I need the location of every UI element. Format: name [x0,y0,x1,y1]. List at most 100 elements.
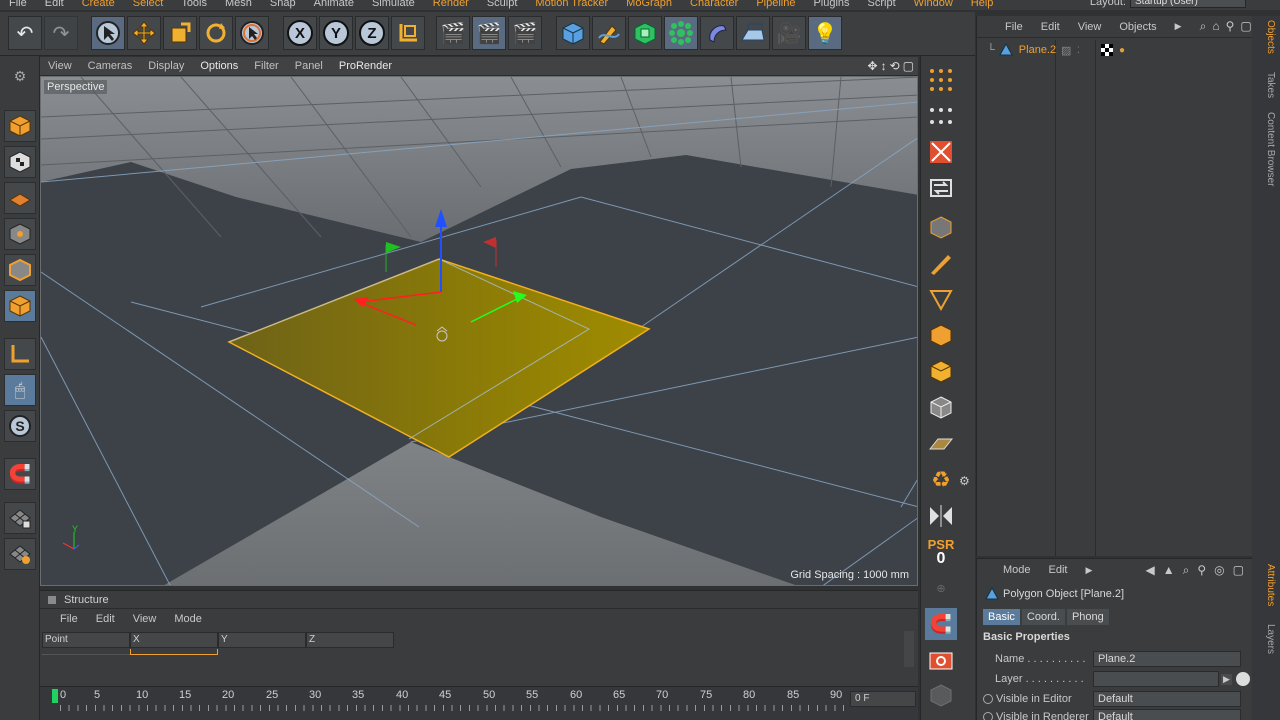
objects-menu-view[interactable]: View [1078,21,1102,33]
deformer-button[interactable] [700,16,734,50]
floor-scene-button[interactable] [736,16,770,50]
tweak-mode-button[interactable]: 🖱 [4,374,36,406]
coordinate-system-button[interactable] [391,16,425,50]
polygons-mode-button[interactable] [4,290,36,322]
structure-scrollbar[interactable] [904,631,914,667]
menu-character[interactable]: Character [681,0,747,9]
points-grid-button[interactable] [925,64,957,96]
make-editable-button[interactable] [4,110,36,142]
objects-menu-file[interactable]: File [1005,21,1023,33]
animate-radio-icon[interactable] [983,694,993,704]
orbit-icon[interactable]: ⟲ [890,59,900,73]
layer-arrow-icon[interactable]: ▶ [1221,673,1232,685]
camera-button[interactable]: 🎥 [772,16,806,50]
menu-select[interactable]: Select [124,0,173,9]
animate-radio-icon[interactable] [983,712,993,720]
points-mode-button[interactable] [4,218,36,250]
menu-render[interactable]: Render [424,0,478,9]
column-divider[interactable] [1055,40,1056,556]
menu-mograph[interactable]: MoGraph [617,0,681,9]
viewport-menu-panel[interactable]: Panel [287,60,331,72]
render-picture-viewer-button[interactable]: 🎬 [472,16,506,50]
visible-renderer-select[interactable]: Default [1093,709,1241,720]
menu-mesh[interactable]: Mesh [216,0,261,9]
lock-icon[interactable]: ⚲ [1197,563,1206,578]
snap-button[interactable]: 🧲 [4,458,36,490]
viewport-menu-cameras[interactable]: Cameras [80,60,141,72]
cube-primitive-button[interactable] [556,16,590,50]
name-field[interactable]: Plane.2 [1093,651,1241,667]
layout-select[interactable]: Startup (User) [1130,0,1246,8]
texture-mode-button[interactable] [4,146,36,178]
viewport-menu-display[interactable]: Display [140,60,192,72]
checker-tag-icon[interactable] [1101,44,1113,56]
menu-edit[interactable]: Edit [36,0,73,9]
psr-button[interactable]: PSR 0 [925,536,957,568]
edge-select-button[interactable] [925,136,957,168]
tab-basic[interactable]: Basic [983,609,1020,625]
menu-tools[interactable]: Tools [172,0,216,9]
edges-mode-button[interactable] [4,254,36,286]
viewport-3d[interactable]: Perspective Y Grid Spacing : 1000 mm [40,76,918,586]
viewport-menu-options[interactable]: Options [192,60,246,72]
objects-menu-edit[interactable]: Edit [1041,21,1060,33]
x-axis-lock-button[interactable]: X [283,16,317,50]
tab-objects[interactable]: Objects [1254,20,1276,54]
structure-menu-edit[interactable]: Edit [96,613,115,625]
search-icon[interactable]: ⌕ [1183,563,1190,578]
tab-attributes[interactable]: Attributes [1254,564,1276,606]
layer-pick-icon[interactable] [1235,672,1250,686]
up-arrow-icon[interactable]: ▲ [1163,563,1175,578]
object-row[interactable]: └ Plane.2 ▨ ⁚ ● [977,40,1253,60]
menu-script[interactable]: Script [859,0,905,9]
rotate-tool-button[interactable] [199,16,233,50]
visibility-dots-icon[interactable]: ⁚ [1077,45,1080,56]
tab-layers[interactable]: Layers [1254,624,1276,654]
solo-mode-button[interactable]: S [4,410,36,442]
undo-button[interactable]: ↶ [8,16,42,50]
structure-menu-mode[interactable]: Mode [174,613,202,625]
panel-handle-icon[interactable] [48,595,56,604]
recycle-button[interactable]: ♻ [925,464,957,496]
menu-motion-tracker[interactable]: Motion Tracker [526,0,617,9]
extrude-inner-button[interactable] [925,356,957,388]
pen-spline-button[interactable] [592,16,626,50]
current-frame-field[interactable]: 0 F [850,691,916,707]
structure-menu-view[interactable]: View [133,613,157,625]
select-tool-button[interactable] [91,16,125,50]
back-arrow-icon[interactable]: ◀ [1146,563,1155,578]
chevron-right-icon[interactable]: ▶ [1175,21,1182,32]
menu-pipeline[interactable]: Pipeline [747,0,804,9]
z-axis-lock-button[interactable]: Z [355,16,389,50]
planar-workplane-button[interactable] [4,538,36,570]
layer-field[interactable] [1093,671,1219,687]
tab-phong[interactable]: Phong [1066,609,1109,625]
move-tool-button[interactable] [127,16,161,50]
redo-button[interactable]: ↷ [44,16,78,50]
maximize-icon[interactable]: ▢ [903,59,914,73]
menu-simulate[interactable]: Simulate [363,0,424,9]
tab-coord[interactable]: Coord. [1021,609,1065,625]
plane-grid-button[interactable] [925,428,957,460]
scale-tool-button[interactable] [163,16,197,50]
objects-menu-objects[interactable]: Objects [1119,21,1156,33]
menu-file[interactable]: File [0,0,36,9]
attributes-menu-edit[interactable]: Edit [1049,564,1068,576]
triangle-button[interactable] [925,284,957,316]
bevel-button[interactable] [925,212,957,244]
snap-magnet-button[interactable]: 🧲 [925,608,957,640]
knife-button[interactable] [925,248,957,280]
render-settings-button[interactable]: 🎬 [508,16,542,50]
mirror-button[interactable] [925,500,957,532]
axis-mode-button[interactable] [4,338,36,370]
table-row[interactable] [42,649,394,655]
y-axis-lock-button[interactable]: Y [319,16,353,50]
disabled-cube-button[interactable] [925,680,957,712]
settings-gear-icon[interactable]: ⚙ [959,474,970,488]
menu-window[interactable]: Window [905,0,962,9]
menu-plugins[interactable]: Plugins [804,0,858,9]
extrude-button[interactable] [925,320,957,352]
menu-snap[interactable]: Snap [261,0,305,9]
menu-sculpt[interactable]: Sculpt [478,0,527,9]
pan-icon[interactable]: ✥ [868,59,878,73]
